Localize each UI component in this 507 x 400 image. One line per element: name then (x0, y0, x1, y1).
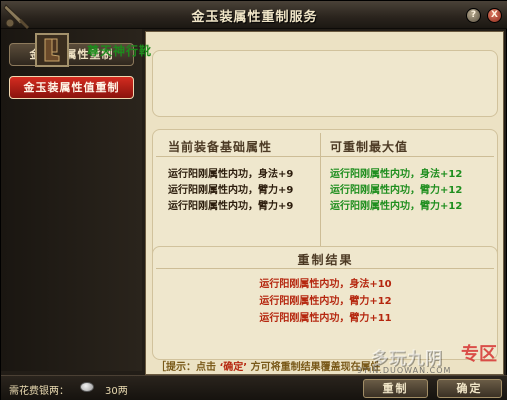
max-value-header: 可重制最大值 (330, 140, 409, 154)
result-stat: 运行阳刚属性内功，身法+10 (259, 279, 392, 290)
hint-prefix: ［提示：点击 (156, 362, 216, 373)
column-divider (320, 133, 321, 253)
result-stat: 运行阳刚属性内功，臂力+11 (259, 313, 392, 324)
item-slot-box (152, 50, 498, 117)
silver-coin-icon (80, 382, 94, 392)
tab-attribute-value-recast[interactable]: 金玉装属性值重制 (9, 76, 134, 99)
close-button[interactable]: X (487, 8, 502, 23)
boots-icon[interactable] (35, 33, 69, 67)
confirm-button[interactable]: 确定 (437, 379, 502, 398)
title-bar[interactable]: 金玉装属性重制服务 ? X (1, 1, 507, 29)
watermark: 多玩九阴 专区 9YIN.DUOWAN.COM (357, 344, 505, 384)
dialog-title: 金玉装属性重制服务 (191, 10, 318, 25)
sidebar: 金玉装属性重制 金玉装属性值重制 (1, 29, 142, 371)
max-stat: 运行阳刚属性内功，臂力+12 (330, 201, 463, 212)
result-title: 重制结果 (297, 253, 354, 267)
cost-label: 需花费银两： (9, 386, 69, 397)
item-name: 尊天神行靴 (87, 44, 153, 58)
recast-button[interactable]: 重制 (363, 379, 428, 398)
hint-confirm-keyword: ‘确定’ (219, 362, 248, 373)
max-stat: 运行阳刚属性内功，身法+12 (330, 169, 463, 180)
hint-text: ［提示：点击 ‘确定’ 方可将重制结果覆盖现在属性 (156, 358, 381, 373)
close-icon: X (491, 10, 498, 20)
main-panel: 当前装备基础属性 可重制最大值 运行阳刚属性内功，身法+9 运行阳刚属性内功，臂… (145, 31, 504, 375)
dialog-window: 金玉装属性重制服务 ? X 金玉装属性重制 金玉装属性值重制 当前装备基础属性 … (0, 0, 507, 400)
boots-icon-graphic (37, 35, 67, 65)
max-stat: 运行阳刚属性内功，臂力+12 (330, 185, 463, 196)
current-stat: 运行阳刚属性内功，身法+9 (168, 169, 294, 180)
help-icon: ? (470, 10, 477, 20)
header-divider (156, 156, 494, 157)
watermark-url: 9YIN.DUOWAN.COM (357, 366, 452, 375)
watermark-seal: 专区 (461, 344, 497, 365)
current-attributes-header: 当前装备基础属性 (168, 140, 273, 154)
help-button[interactable]: ? (466, 8, 481, 23)
cost-value: 30两 (105, 386, 128, 397)
result-divider (156, 268, 494, 269)
current-stat: 运行阳刚属性内功，臂力+9 (168, 201, 294, 212)
current-stat: 运行阳刚属性内功，臂力+9 (168, 185, 294, 196)
result-stat: 运行阳刚属性内功，臂力+12 (259, 296, 392, 307)
